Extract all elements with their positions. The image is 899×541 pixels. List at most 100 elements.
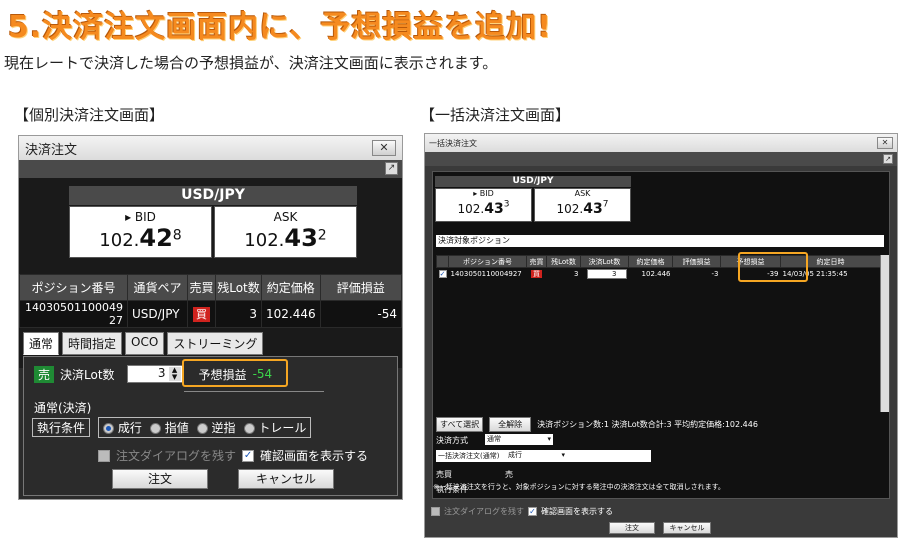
close-icon[interactable]: ✕ (877, 137, 893, 149)
col-side: 売買 (526, 255, 547, 268)
toolbar-strip: ↗ (19, 160, 402, 178)
bid-pip: 3 (503, 199, 510, 210)
col-pair: 通貨ペア (127, 274, 188, 301)
col-lots: 残Lot数 (546, 255, 581, 268)
position-table: ポジション番号 通貨ペア 売買 残Lot数 約定価格 評価損益 14030501… (19, 274, 403, 328)
bid-rate-button[interactable]: ▸ BID 102.433 (435, 188, 532, 222)
exec-label: 執行条件 (32, 418, 91, 437)
keep-dialog-checkbox[interactable] (98, 449, 110, 462)
subline: 現在レートで決済した場合の予想損益が、決済注文画面に表示されます。 (4, 54, 498, 72)
position-no: 1403050110004927 (448, 267, 527, 281)
popout-icon[interactable]: ↗ (883, 154, 893, 164)
radio-trail[interactable]: トレール (243, 419, 306, 436)
radio-off-icon (149, 423, 161, 434)
caption-individual: 【個別決済注文画面】 (14, 106, 165, 124)
tab-normal[interactable]: 通常 (23, 332, 60, 355)
bulk-content: USD/JPY ▸ BID 102.433 ASK 102.437 決済対象ポジ… (432, 171, 890, 499)
radio-on-icon (103, 423, 115, 434)
bulk-position-table: ポジション番号 売買 残Lot数 決済Lot数 約定価格 評価損益 予想損益 約… (436, 255, 881, 281)
table-row[interactable]: ✓ 1403050110004927 買 3 3 102.446 -3 -39 … (436, 267, 881, 281)
caption-bulk: 【一括決済注文画面】 (420, 106, 571, 124)
window-titlebar: 一括決済注文 ✕ (425, 134, 897, 152)
lots-cell: 3 (546, 267, 581, 281)
individual-close-order-window: 決済注文 ✕ ↗ USD/JPY ▸ BID 102.428 ASK 102.4… (18, 135, 403, 500)
row-checkbox[interactable]: ✓ (438, 270, 447, 279)
price-cell: 102.446 (628, 267, 673, 281)
clear-all-button[interactable]: 全解除 (489, 417, 532, 432)
side-value: 売 (505, 470, 513, 479)
method-select[interactable]: 通常 ▾ (485, 434, 553, 445)
bulk-note: ※一括決済注文を行うと、対象ポジションに対する発注中の決済注文は全て取消しされま… (433, 483, 725, 491)
lots-cell: 3 (215, 300, 262, 328)
col-pl: 評価損益 (672, 255, 721, 268)
confirm-label: 確認画面を表示する (260, 449, 369, 463)
order-button[interactable]: 注文 (609, 522, 655, 534)
lot-label: 決済Lot数 (60, 367, 115, 382)
keep-dialog-checkbox[interactable] (431, 507, 440, 516)
ask-label: ASK (574, 189, 591, 198)
exec-radio-group: 成行 指値 逆指 トレール (98, 417, 312, 438)
price-cell: 102.446 (261, 300, 321, 328)
bid-pip: 8 (172, 227, 182, 244)
window-title: 一括決済注文 (429, 138, 477, 148)
col-position-no: ポジション番号 (448, 255, 527, 268)
select-all-button[interactable]: すべて選択 (436, 417, 484, 432)
bid-rate-button[interactable]: ▸ BID 102.428 (69, 206, 212, 258)
table-scrollbar[interactable] (880, 255, 889, 412)
buy-badge: 買 (531, 270, 542, 279)
popout-icon[interactable]: ↗ (385, 162, 398, 175)
tab-streaming[interactable]: ストリーミング (167, 332, 264, 355)
expected-pl-highlight (182, 359, 288, 387)
expected-pl-highlight (738, 252, 808, 282)
radio-limit[interactable]: 指値 (149, 419, 189, 436)
sell-badge: 売 (34, 365, 55, 383)
ask-rate-button[interactable]: ASK 102.437 (534, 188, 631, 222)
close-lot-stepper[interactable]: 3 (586, 269, 627, 280)
lot-stepper[interactable]: 3 ▲ ▼ (126, 365, 183, 383)
positions-label: 決済対象ポジション (436, 235, 884, 247)
table-row[interactable]: 14030501100049​27 USD/JPY 買 3 102.446 -5… (19, 300, 403, 328)
bid-label: BID (134, 210, 156, 224)
bid-prefix: 102. (457, 202, 485, 216)
col-price: 約定価格 (261, 274, 321, 301)
side-label: 売買 (436, 470, 452, 479)
bid-big-figure: 42 (139, 224, 173, 252)
col-select (436, 255, 449, 268)
radio-stop[interactable]: 逆指 (196, 419, 236, 436)
dropdown-arrow-icon: ▾ (547, 435, 551, 443)
pair-cell: USD/JPY (127, 300, 188, 328)
window-titlebar: 決済注文 ✕ (19, 136, 402, 160)
position-no: 14030501100049​27 (19, 300, 128, 328)
stepper-arrows-icon[interactable]: ▲ ▼ (168, 367, 181, 381)
confirm-label: 確認画面を表示する (541, 507, 613, 516)
headline: 5.決済注文画面内に、予想損益を追加! (8, 10, 553, 45)
cancel-button[interactable]: キャンセル (663, 522, 711, 534)
radio-market[interactable]: 成行 (103, 419, 142, 436)
ask-pip: 2 (317, 227, 327, 244)
ask-big-figure: 43 (583, 201, 603, 217)
confirm-checkbox[interactable]: ✓ (528, 507, 537, 516)
order-button[interactable]: 注文 (112, 469, 208, 489)
cancel-button[interactable]: キャンセル (238, 469, 334, 489)
close-icon[interactable]: ✕ (372, 140, 396, 156)
tab-oco[interactable]: OCO (125, 332, 165, 355)
confirm-checkbox[interactable]: ✓ (242, 449, 255, 462)
tab-time[interactable]: 時間指定 (62, 332, 123, 355)
exec-select[interactable]: 成行 ▾ (505, 450, 567, 461)
bulk-close-order-window: 一括決済注文 ✕ ↗ USD/JPY ▸ BID 102.433 ASK 102… (424, 133, 898, 538)
summary-text: 決済ポジション数:1 決済Lot数合計:3 平均約定価格:102.446 (537, 420, 758, 429)
ask-rate-button[interactable]: ASK 102.432 (214, 206, 357, 258)
col-position-no: ポジション番号 (19, 274, 128, 301)
col-price: 約定価格 (628, 255, 673, 268)
col-lots: 残Lot数 (215, 274, 262, 301)
ask-label: ASK (273, 210, 298, 224)
radio-off-icon (243, 423, 255, 434)
method-label: 決済方式 (436, 436, 468, 445)
ask-pip: 7 (602, 199, 609, 210)
ask-big-figure: 43 (284, 224, 318, 252)
pl-cell: -54 (319, 300, 403, 328)
section-label: 通常(決済) (34, 401, 92, 415)
buy-badge: 買 (193, 307, 210, 322)
col-pl: 評価損益 (319, 274, 403, 301)
toolbar-strip: ↗ (425, 152, 897, 166)
